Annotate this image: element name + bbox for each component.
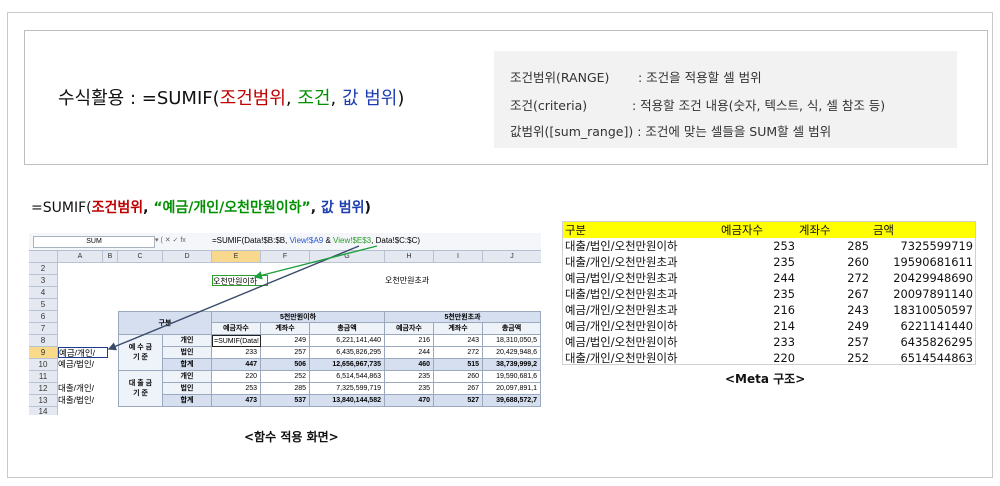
meta-cell: 257: [847, 335, 869, 349]
meta-header-cell: 구분: [563, 222, 719, 238]
meta-cell: 대출/개인/오천만원초과: [565, 255, 678, 269]
meta-cell: 252: [847, 351, 869, 365]
arg-range: 조건범위: [219, 88, 286, 109]
meta-cell: 예금/법인/오천만원초과: [565, 271, 678, 285]
meta-table: 구분 예금자수 계좌수 금액 대출/법인/오천만원이하 253 285 7325599…: [562, 221, 976, 365]
meta-cell: 예금/개인/오천만원초과: [565, 303, 678, 317]
meta-cell: 249: [847, 319, 869, 333]
meta-cell: 대출/개인/오천만원이하: [565, 351, 678, 365]
meta-row: 예금/개인/오천만원초과 216 243 18310050597: [563, 302, 975, 318]
def-range: 조건범위(RANGE): 조건을 적용할 셀 범위: [510, 70, 762, 85]
meta-cell: 260: [847, 255, 869, 269]
arg-sum-range: 값 범위: [341, 88, 398, 109]
meta-cell: 7325599719: [900, 239, 973, 253]
meta-cell: 216: [773, 303, 795, 317]
reference-arrows: [107, 245, 378, 351]
meta-row: 대출/개인/오천만원이하 220 252 6514544863: [563, 350, 975, 366]
meta-header-cell: 예금자수: [719, 222, 797, 238]
meta-cell: 18310050597: [893, 303, 973, 317]
meta-row: 대출/법인/오천만원이하 253 285 7325599719: [563, 238, 975, 254]
arg-criteria: 조건: [297, 88, 331, 109]
definition-box: 조건범위(RANGE): 조건을 적용할 셀 범위 조건(criteria): …: [494, 51, 957, 148]
def-sum-range: 값범위([sum_range]) : 조건에 맞는 셀들을 SUM할 셀 범위: [510, 124, 832, 139]
meta-cell: 243: [847, 303, 869, 317]
meta-cell: 6514544863: [900, 351, 973, 365]
meta-cell: 253: [773, 239, 795, 253]
caption-meta-structure: <Meta 구조>: [725, 372, 806, 386]
meta-cell: 19590681611: [893, 255, 973, 269]
meta-cell: 233: [773, 335, 795, 349]
meta-cell: 6435826295: [900, 335, 973, 349]
arrow-view-a9: [107, 245, 360, 351]
sumif-example-formula: =SUMIF(조건범위, “예금/개인/오천만원이하”, 값 범위): [31, 200, 371, 216]
meta-cell: 267: [847, 287, 869, 301]
meta-cell: 20429948690: [893, 271, 973, 285]
meta-cell: 예금/법인/오천만원이하: [565, 335, 678, 349]
meta-cell: 20097891140: [893, 287, 973, 301]
meta-cell: 214: [773, 319, 795, 333]
sumif-formula-title: 수식활용 : =SUMIF(조건범위, 조건, 값 범위): [58, 88, 405, 109]
arrow-view-e3: [253, 245, 378, 280]
meta-row: 대출/개인/오천만원초과 235 260 19590681611: [563, 254, 975, 270]
meta-header-cell: 계좌수: [797, 222, 871, 238]
meta-row: 예금/개인/오천만원이하 214 249 6221141440: [563, 318, 975, 334]
caption-function-screen: <함수 적용 화면>: [244, 430, 339, 444]
meta-row: 대출/법인/오천만원초과 235 267 20097891140: [563, 286, 975, 302]
meta-cell: 272: [847, 271, 869, 285]
meta-header-row: 구분 예금자수 계좌수 금액: [563, 222, 975, 238]
meta-row: 예금/법인/오천만원이하 233 257 6435826295: [563, 334, 975, 350]
meta-row: 예금/법인/오천만원초과 244 272 20429948690: [563, 270, 975, 286]
meta-cell: 대출/법인/오천만원초과: [565, 287, 678, 301]
meta-cell: 220: [773, 351, 795, 365]
meta-cell: 285: [847, 239, 869, 253]
meta-cell: 6221141440: [900, 319, 973, 333]
meta-cell: 235: [773, 255, 795, 269]
meta-cell: 244: [773, 271, 795, 285]
meta-cell: 235: [773, 287, 795, 301]
excel-screenshot: SUM ▾ ( ✕ ✓ fx =SUMIF(Data!$B:$B, View!$…: [29, 233, 541, 415]
def-criteria: 조건(criteria): 적용할 조건 내용(숫자, 텍스트, 식, 셀 참조…: [510, 98, 886, 113]
meta-header-cell: 금액: [871, 222, 975, 238]
meta-cell: 대출/법인/오천만원이하: [565, 239, 678, 253]
meta-cell: 예금/개인/오천만원이하: [565, 319, 678, 333]
